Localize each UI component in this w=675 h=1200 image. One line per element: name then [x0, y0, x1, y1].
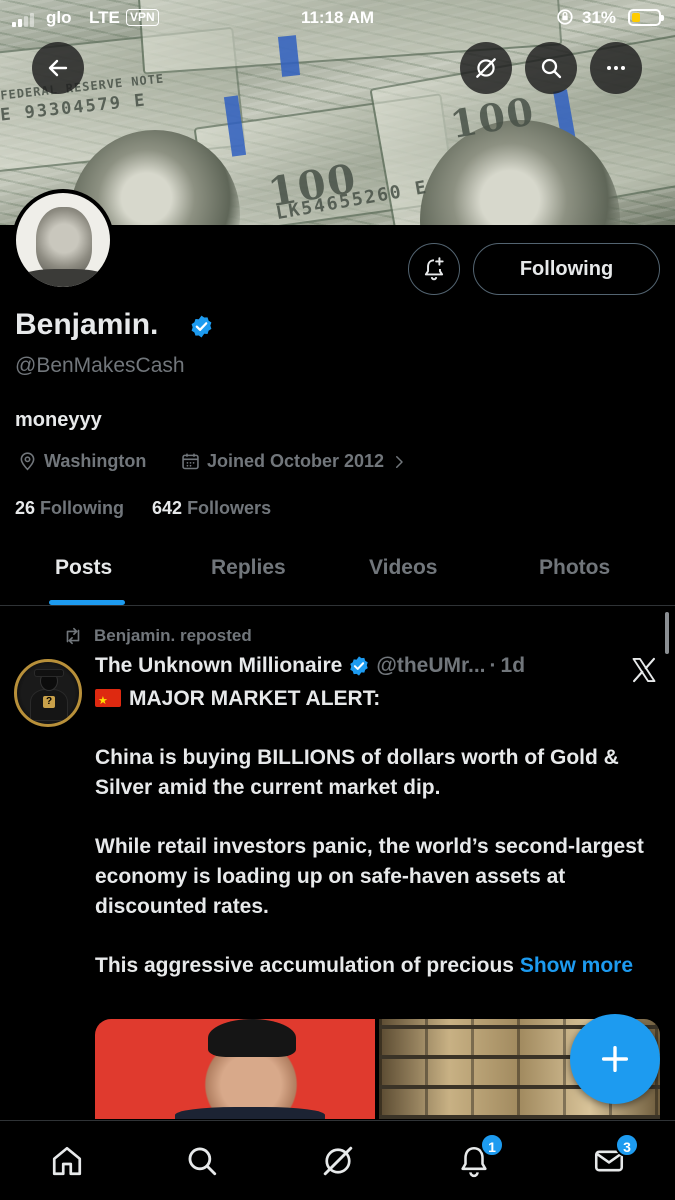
grok-nav-icon [323, 1146, 353, 1176]
tab-replies[interactable]: Replies [211, 556, 286, 580]
china-flag-icon [95, 686, 121, 716]
notifications-toggle-button[interactable] [408, 243, 460, 295]
followers-count-link[interactable]: 642 Followers [152, 498, 271, 519]
verified-icon[interactable] [189, 314, 214, 339]
status-bar: glo LTE VPN 11:18 AM 31% [0, 0, 675, 36]
post-headline: MAJOR MARKET ALERT: [95, 684, 655, 716]
following-count: 26 [15, 498, 36, 518]
notifications-badge: 1 [480, 1133, 504, 1157]
avatar-face [36, 207, 92, 277]
followers-label: Followers [187, 498, 272, 518]
post-paragraph-truncated: This aggressive accumulation of precious… [95, 951, 655, 981]
following-count-link[interactable]: 26 Following [15, 498, 124, 519]
post-author-line: The Unknown Millionaire @theUMr... · 1d [95, 654, 525, 678]
post-age[interactable]: 1d [501, 654, 526, 678]
messages-badge: 3 [615, 1133, 639, 1157]
avatar-figure-hat [35, 670, 63, 676]
orientation-lock-icon [557, 9, 573, 25]
x-logo-icon[interactable] [630, 656, 658, 684]
tab-posts[interactable]: Posts [55, 556, 112, 580]
avatar-coat [16, 269, 110, 287]
more-options-button[interactable] [590, 42, 642, 94]
post-headline-text: MAJOR MARKET ALERT: [129, 687, 381, 710]
tab-photos[interactable]: Photos [539, 556, 610, 580]
show-more-link[interactable]: Show more [520, 954, 633, 977]
post-paragraph: While retail investors panic, the world’… [95, 835, 644, 918]
profile-joined[interactable]: Joined October 2012 [180, 451, 408, 472]
repost-header: Benjamin. reposted [62, 625, 252, 647]
more-icon [607, 66, 625, 70]
active-tab-indicator [49, 600, 125, 605]
back-button[interactable] [32, 42, 84, 94]
following-label: Following [40, 498, 125, 518]
post-separator: · [489, 654, 497, 677]
followers-count: 642 [152, 498, 183, 518]
compose-post-button[interactable] [570, 1014, 660, 1104]
profile-tabs: Posts Replies Videos Photos [0, 540, 675, 606]
nav-search[interactable] [182, 1141, 222, 1181]
repost-label[interactable]: Benjamin. reposted [94, 626, 252, 646]
nav-messages[interactable]: 3 [589, 1133, 639, 1181]
post-paragraph-text: This aggressive accumulation of precious [95, 954, 514, 977]
plus-icon [601, 1045, 629, 1073]
post-paragraph: China is buying BILLIONS of dollars wort… [95, 746, 619, 799]
image-person-hair [208, 1019, 296, 1057]
location-text: Washington [44, 451, 147, 471]
back-arrow-icon [48, 59, 68, 77]
bottom-navigation: 1 3 [0, 1120, 675, 1200]
profile-handle: @BenMakesCash [15, 354, 185, 377]
home-icon [52, 1146, 82, 1176]
profile-avatar[interactable] [12, 189, 114, 291]
joined-text: Joined October 2012 [207, 451, 385, 471]
search-icon [541, 58, 562, 79]
profile-display-name: Benjamin. [15, 308, 159, 341]
post-author-handle[interactable]: @theUMr... [376, 654, 485, 678]
grok-button[interactable] [460, 42, 512, 94]
profile-location: Washington [17, 451, 146, 472]
nav-notifications[interactable]: 1 [454, 1133, 504, 1181]
image-person-suit [175, 1107, 325, 1119]
verified-icon[interactable] [348, 655, 370, 677]
grok-icon [476, 58, 496, 78]
following-button[interactable]: Following [473, 243, 660, 295]
chevron-right-icon [396, 455, 403, 468]
nav-grok[interactable] [318, 1141, 358, 1181]
post-author-avatar[interactable]: ? [14, 659, 82, 727]
battery-icon [628, 9, 664, 26]
nav-home[interactable] [47, 1141, 87, 1181]
location-pin-icon [20, 452, 35, 471]
scrollbar[interactable] [665, 612, 669, 654]
notification-bell-plus-icon [424, 257, 444, 281]
search-button[interactable] [525, 42, 577, 94]
calendar-icon [182, 453, 199, 470]
avatar-question-mark: ? [43, 696, 55, 708]
post-body[interactable]: MAJOR MARKET ALERT: China is buying BILL… [95, 684, 655, 981]
profile-bio: moneyyy [15, 409, 102, 431]
tab-videos[interactable]: Videos [369, 556, 437, 580]
repost-icon [66, 627, 80, 645]
post-image-person[interactable] [95, 1019, 375, 1119]
search-icon [188, 1147, 217, 1176]
post-author-name[interactable]: The Unknown Millionaire [95, 654, 342, 678]
battery-percent: 31% [582, 8, 617, 27]
